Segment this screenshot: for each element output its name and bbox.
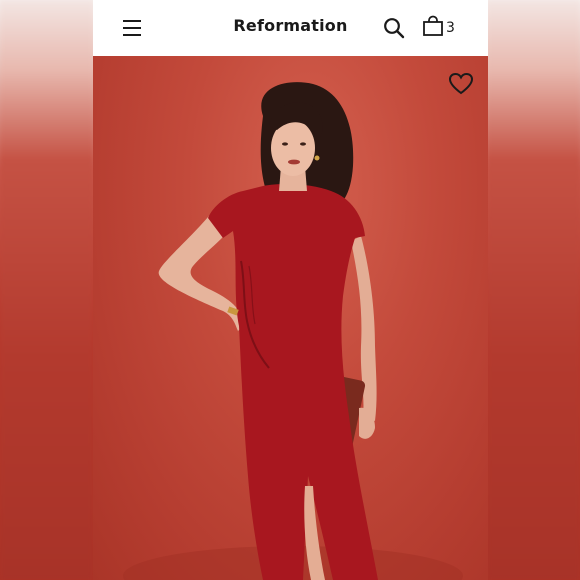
blurred-backdrop-left bbox=[0, 0, 93, 580]
shopping-bag-button[interactable]: 3 bbox=[422, 15, 462, 41]
screenshot: Reformation 3 bbox=[0, 0, 580, 580]
cart-count-badge: 3 bbox=[446, 20, 455, 36]
model-in-red-dress-illustration bbox=[123, 82, 463, 580]
shopping-bag-icon bbox=[423, 15, 443, 36]
top-navigation-bar: Reformation 3 bbox=[93, 0, 488, 56]
product-hero-image[interactable] bbox=[93, 56, 488, 580]
search-icon[interactable] bbox=[382, 16, 406, 40]
mobile-page: Reformation 3 bbox=[93, 0, 488, 580]
blurred-backdrop-right bbox=[487, 0, 580, 580]
heart-outline-icon[interactable] bbox=[448, 72, 474, 96]
